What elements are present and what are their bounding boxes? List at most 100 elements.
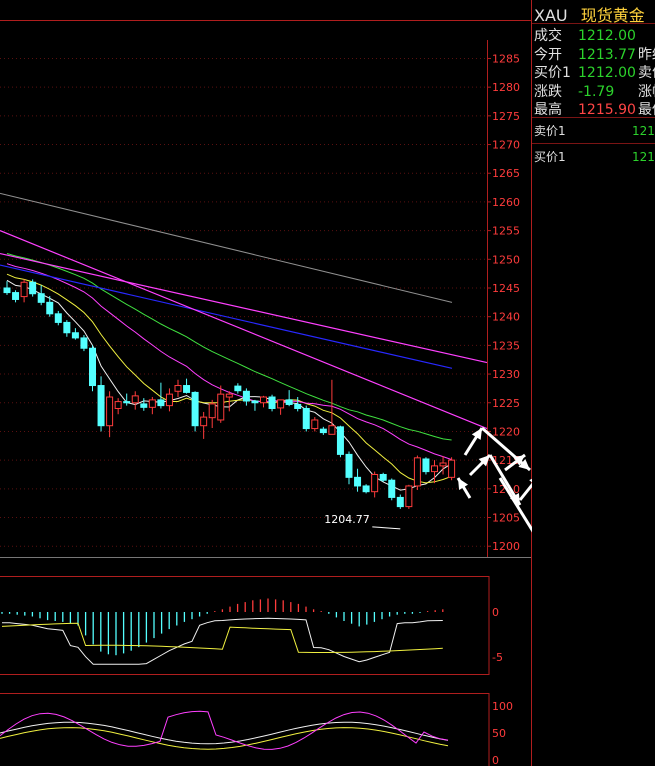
candle (131, 391, 139, 410)
kdj-d-line (0, 727, 449, 750)
candle-body (71, 332, 79, 339)
candle (208, 399, 216, 428)
candle-body (345, 453, 353, 478)
candle-body (208, 403, 216, 419)
quote-value: 1212.00 (578, 65, 636, 81)
y-tick-label: 1285 (492, 52, 520, 65)
orderbook-divider (532, 143, 655, 144)
candle (379, 472, 387, 482)
candle-body (3, 287, 11, 294)
candle-body (140, 403, 148, 408)
candle (140, 398, 148, 411)
quote-row: 成交 1212.00 (534, 25, 638, 45)
candle (319, 426, 327, 435)
candle-body (12, 292, 20, 300)
candle (371, 471, 379, 498)
candle (422, 457, 430, 475)
y-tick-label: 1200 (492, 540, 520, 553)
low-price-annotation: 1204.77 (324, 513, 370, 526)
candle-body (80, 337, 88, 349)
candle-body (379, 473, 387, 481)
candle-body (277, 399, 285, 409)
candle (183, 378, 191, 394)
quote-divider (532, 117, 655, 118)
y-tick-label: 1280 (492, 81, 520, 94)
candle (234, 383, 242, 394)
kdj-tick-label: 0 (492, 754, 499, 766)
candle-body (448, 459, 456, 478)
candle-body (165, 393, 173, 407)
quote-row: 最高 1215.90最低 (534, 99, 655, 119)
candle (80, 335, 88, 352)
candle-body (114, 401, 122, 409)
quote-value: 1215.90 (578, 102, 636, 118)
macd-tick-label: -5 (492, 651, 503, 664)
quote-sidebar: XAU 现货黄金 成交1212.00今开1213.77昨结买价11212.00卖… (532, 0, 655, 766)
quote-row: 买价1 1212.00卖价 (534, 62, 655, 82)
candle-body (328, 425, 336, 435)
kdj-tick-label: 100 (492, 700, 513, 713)
candle (54, 310, 62, 326)
candle (388, 478, 396, 501)
order-book-label: 买价1 (534, 150, 566, 164)
upper-trendline (0, 252, 488, 364)
candle-body (174, 385, 182, 392)
candle-body (183, 385, 191, 393)
candle-body (294, 403, 302, 409)
candle (200, 411, 208, 439)
y-tick-label: 1225 (492, 397, 520, 410)
quote-label: 最高 (534, 102, 562, 118)
quote-label: 买价1 (534, 65, 571, 81)
candle-body (63, 321, 71, 334)
candle-body (388, 479, 396, 498)
candle-body (285, 399, 293, 405)
quote-value: 1212.00 (578, 28, 636, 44)
moving-averages (0, 192, 488, 491)
order-book-value: 121 (632, 124, 655, 138)
candle-body (46, 301, 54, 315)
candle (106, 391, 114, 438)
candle-body (191, 391, 199, 427)
order-book-label: 卖价1 (534, 124, 566, 138)
panel-frames (0, 0, 532, 766)
y-tick-label: 1245 (492, 282, 520, 295)
candle (345, 451, 353, 485)
candle (63, 320, 71, 337)
candle (294, 397, 302, 412)
candle (251, 399, 259, 411)
ma-long-line (0, 192, 453, 303)
candle (448, 457, 456, 481)
candle (311, 417, 319, 432)
candle-body (131, 395, 139, 404)
candle (268, 394, 276, 412)
candle (405, 484, 413, 509)
candle (191, 391, 199, 432)
candle-body (217, 393, 225, 421)
candle-body (123, 401, 131, 404)
y-tick-label: 1250 (492, 253, 520, 266)
candle-body (268, 396, 276, 409)
candle-body (362, 485, 370, 493)
candle (174, 379, 182, 398)
quote-label: 涨跌 (534, 83, 562, 100)
candle-body (157, 399, 165, 407)
candle-body (422, 458, 430, 473)
order-book-value: 121 (632, 150, 655, 164)
y-tick-label: 1275 (492, 110, 520, 123)
candle-body (354, 476, 362, 487)
candle-body (20, 281, 28, 298)
candle (37, 285, 45, 306)
candle (3, 281, 11, 295)
candle-body (37, 293, 45, 303)
candle (336, 425, 344, 458)
quote-label-secondary: 最低 (638, 102, 655, 118)
candle (165, 388, 173, 412)
candle-body (225, 393, 233, 398)
y-tick-label: 1260 (492, 196, 520, 209)
candle (71, 328, 79, 340)
y-axis-ticks: 1200120512101215122012251230123512401245… (487, 52, 520, 766)
candle (260, 395, 267, 408)
quote-label-secondary: 涨幅 (638, 83, 655, 100)
candle-body (200, 416, 208, 427)
candle (148, 397, 156, 415)
